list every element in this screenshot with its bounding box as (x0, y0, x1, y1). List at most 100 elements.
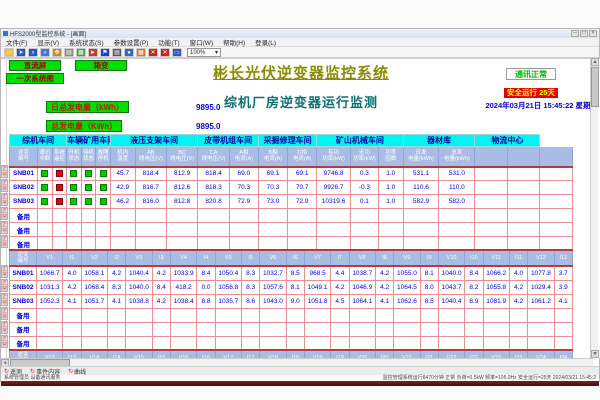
delete-icon[interactable]: ✕ (148, 48, 158, 57)
value-cell: 818.4 (135, 167, 166, 181)
nav-button-dc-panel[interactable]: 直流屏 (9, 60, 61, 71)
row-side-button[interactable]: 正常 (1, 179, 8, 192)
horizontal-scrollbar[interactable]: ◂ (1, 358, 593, 366)
value-cell (483, 322, 509, 336)
t2-col-header-22: V12 (528, 250, 554, 266)
maximize-button[interactable]: □ (580, 30, 588, 37)
value-cell (554, 336, 572, 350)
t3-col-header-9: I17 (242, 350, 260, 358)
pan-hand-icon[interactable]: ✥ (52, 48, 62, 57)
value-cell (509, 308, 527, 322)
table-row[interactable]: SNB0145.7818.4812.9818.469.069.169.19746… (10, 167, 573, 181)
value-cell: 70.7 (288, 181, 317, 195)
status-cell (52, 181, 67, 195)
value-cell: 812.9 (166, 167, 197, 181)
media-icon[interactable]: ► (88, 48, 98, 57)
nav-button-box-transformer[interactable]: 箱变 (75, 60, 127, 71)
menu-item-0[interactable]: 文件(F) (1, 37, 32, 47)
vscroll-thumb[interactable] (591, 67, 599, 107)
monitor-icon[interactable]: ▭ (172, 48, 182, 57)
value-cell: 1033.9 (170, 266, 196, 280)
network-icon[interactable]: ● (124, 48, 134, 57)
zoom-select[interactable]: 100% ▾ (187, 48, 221, 57)
image-icon[interactable]: ▦ (76, 48, 86, 57)
table-row[interactable]: 备用 (10, 336, 573, 350)
minimize-button[interactable]: ─ (571, 30, 579, 37)
notes-icon[interactable]: ▤ (64, 48, 74, 57)
menu-item-4[interactable]: 功能(T) (153, 37, 184, 47)
value-cell (166, 223, 197, 237)
flag-icon[interactable]: ⚑ (100, 48, 110, 57)
vertical-scrollbar[interactable]: ▲ ▼ (590, 58, 598, 358)
row-side-button[interactable]: 正常 (1, 307, 8, 320)
print-icon[interactable]: ▤ (112, 48, 122, 57)
delete-alt-icon[interactable]: ✕ (160, 48, 170, 57)
table-row[interactable]: SNB031052.34.11051.74.11038.84.21038.48.… (10, 294, 573, 308)
value-cell (152, 336, 170, 350)
t2-col-header-0: V1 (36, 250, 62, 266)
status-cell (67, 209, 82, 223)
table-row[interactable]: SNB0242.9816.7812.6818.370.370.370.79926… (10, 181, 573, 195)
menu-item-2[interactable]: 系统状态(S) (64, 37, 109, 47)
menu-item-3[interactable]: 参数设置(P) (109, 37, 154, 47)
status-ok-indicator (85, 198, 92, 205)
table-row[interactable]: SNB021031.34.21068.48.31040.08.4418.20.0… (10, 280, 573, 294)
open-folder-icon[interactable]: ▱ (4, 48, 14, 57)
row-side-button[interactable]: 正常 (1, 279, 8, 292)
t2-col-header-18: V10 (438, 250, 464, 266)
menu-item-1[interactable]: 显示(V) (32, 37, 64, 47)
table-row[interactable]: 备用 (10, 209, 573, 223)
value-cell: 4.2 (331, 280, 349, 294)
t1-col-header-0: 逆变 编号 (10, 147, 38, 167)
value-cell: 582.9 (403, 195, 439, 209)
table-row[interactable]: 备用 (10, 308, 573, 322)
value-cell (331, 336, 349, 350)
zoom-out-icon[interactable]: ⌕ (40, 48, 50, 57)
value-cell (170, 308, 196, 322)
nav-button-primary-system[interactable]: 一次系统图 (6, 73, 64, 84)
row-side-button[interactable]: 正常 (1, 193, 8, 206)
t3-col-header-10: V18 (260, 350, 286, 358)
scroll-down-icon[interactable]: ▼ (591, 350, 599, 358)
row-side-button[interactable]: 正常 (1, 207, 8, 220)
value-cell (350, 223, 378, 237)
menu-item-5[interactable]: 窗口(W) (185, 37, 218, 47)
pointer-icon[interactable]: ➤ (16, 48, 26, 57)
scroll-up-icon[interactable]: ▲ (591, 58, 599, 66)
value-cell (528, 308, 554, 322)
window-grid-icon[interactable]: ▦ (136, 48, 146, 57)
value-cell (170, 322, 196, 336)
value-cell: 1068.4 (81, 280, 107, 294)
table-row[interactable]: 备用 (10, 223, 573, 237)
comm-status-badge: 通讯正常 (506, 68, 556, 80)
table-row[interactable]: SNB0346.2816.0812.8820.872.973.072.91031… (10, 195, 573, 209)
menu-item-6[interactable]: 帮助(H) (218, 37, 250, 47)
t3-col-header-12: V19 (304, 350, 330, 358)
zoom-in-icon[interactable]: ⌕ (28, 48, 38, 57)
value-cell: 1050.4 (215, 266, 241, 280)
row-side-button[interactable]: 正常 (1, 165, 8, 178)
value-cell (465, 336, 483, 350)
t3-col-header-15: I20 (375, 350, 393, 358)
value-cell: 8.3 (108, 280, 126, 294)
value-cell: 8.1 (420, 266, 438, 280)
row-side-button[interactable]: 正常 (1, 235, 8, 248)
value-cell: 1049.1 (304, 280, 330, 294)
row-side-button[interactable]: 正常 (1, 265, 8, 278)
table-row[interactable]: 备用 (10, 322, 573, 336)
value-cell: 72.9 (229, 195, 258, 209)
status-ok-indicator (100, 184, 107, 191)
menu-item-7[interactable]: 登录(L) (250, 37, 281, 47)
table-row[interactable]: SNB011066.74.01058.14.21040.44.21033.98.… (10, 266, 573, 280)
row-side-button[interactable]: 正常 (1, 221, 8, 234)
inverter-id: 备用 (10, 336, 37, 350)
row-side-button[interactable]: 正常 (1, 293, 8, 306)
value-cell (242, 322, 260, 336)
row-side-button[interactable]: 正常 (1, 335, 8, 348)
value-cell (152, 308, 170, 322)
value-cell: 10319.6 (317, 195, 351, 209)
value-cell: 1038.7 (349, 266, 375, 280)
t2-col-header-12: V7 (304, 250, 330, 266)
close-button[interactable]: × (589, 30, 597, 37)
row-side-button[interactable]: 正常 (1, 321, 8, 334)
